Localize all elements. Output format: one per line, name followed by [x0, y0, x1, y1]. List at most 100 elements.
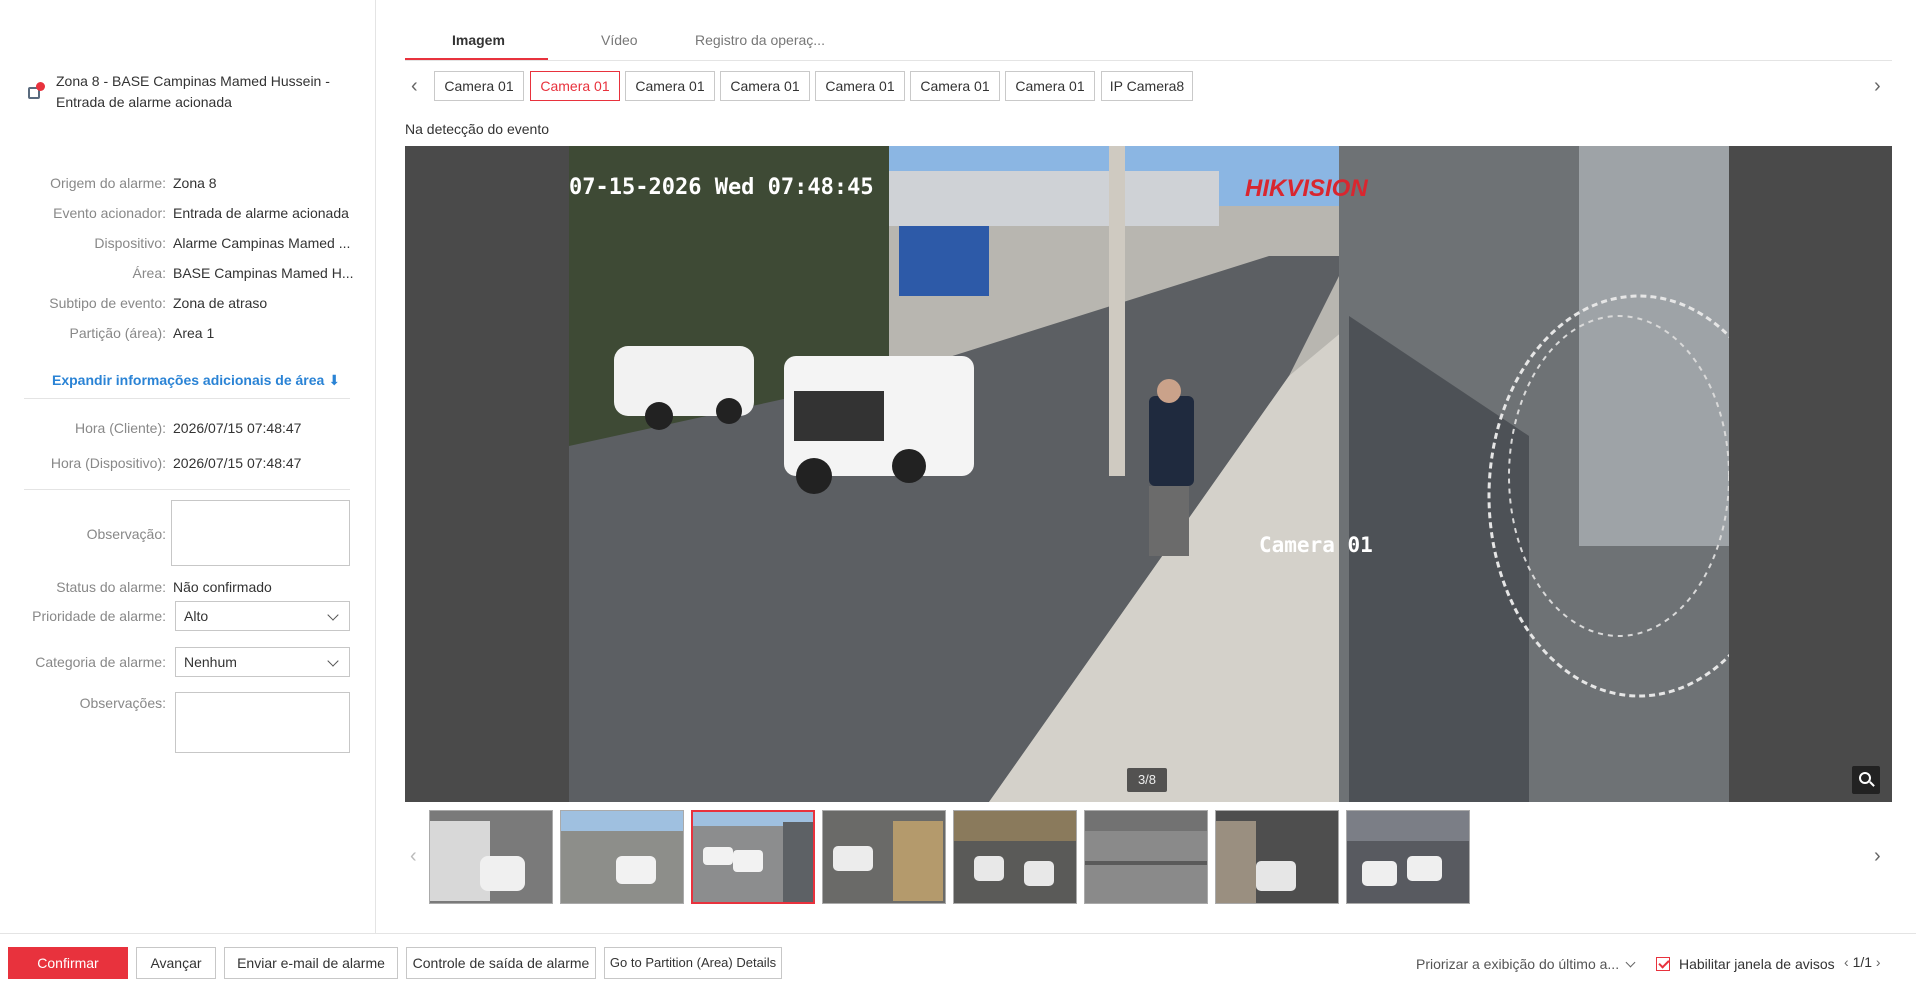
notes-label: Observações:: [79, 695, 166, 711]
camera-chip-3[interactable]: Camera 01: [625, 71, 715, 101]
detail-value: Alarme Campinas Mamed ...: [173, 235, 351, 251]
send-alarm-email-button[interactable]: Enviar e-mail de alarme: [224, 947, 398, 979]
image-counter: 3/8: [1127, 768, 1167, 792]
thumbnail-image: [823, 811, 945, 903]
divider: [24, 398, 350, 399]
pager-value: 1/1: [1852, 954, 1873, 970]
observation-label: Observação:: [86, 526, 166, 542]
osd-camera-name: Camera 01: [1259, 533, 1373, 557]
tab-image[interactable]: Imagem: [452, 32, 505, 48]
thumbnail-image: [430, 811, 552, 903]
double-chevron-down-icon: ⬇: [328, 372, 341, 388]
priority-select[interactable]: Alto: [175, 601, 350, 631]
alarm-output-control-button[interactable]: Controle de saída de alarme: [406, 947, 596, 979]
image-caption: Na detecção do evento: [405, 121, 549, 137]
category-select[interactable]: Nenhum: [175, 647, 350, 677]
detail-label: Dispositivo:: [94, 235, 166, 251]
thumbnail-6[interactable]: [1084, 810, 1208, 904]
camera-list-next-arrow-icon[interactable]: ›: [1874, 76, 1881, 96]
advance-button[interactable]: Avançar: [136, 947, 216, 979]
status-label: Status do alarme:: [56, 579, 166, 595]
detail-value: Entrada de alarme acionada: [173, 205, 349, 221]
pager-prev-arrow-icon[interactable]: ‹: [1844, 954, 1849, 970]
detail-time-device: Hora (Dispositivo): 2026/07/15 07:48:47: [0, 452, 376, 474]
camera-chip-2[interactable]: Camera 01: [530, 71, 620, 101]
detail-label: Evento acionador:: [53, 205, 166, 221]
enable-popup-checkbox[interactable]: [1656, 957, 1670, 971]
thumbnail-prev-arrow-icon[interactable]: ‹: [410, 846, 417, 866]
thumbnail-7[interactable]: [1215, 810, 1339, 904]
chevron-down-icon: [327, 655, 339, 667]
priority-selected-value: Alto: [184, 608, 209, 624]
thumbnail-3[interactable]: [691, 810, 815, 904]
detail-alarm-source: Origem do alarme: Zona 8: [0, 172, 376, 194]
status-value: Não confirmado: [173, 579, 272, 595]
image-viewer[interactable]: 07-15-2026 Wed 07:48:45 HIKVISION Camera…: [405, 146, 1892, 802]
thumbnail-image: [954, 811, 1076, 903]
zoom-in-icon[interactable]: [1852, 766, 1880, 794]
priority-label: Prioridade de alarme:: [32, 608, 166, 624]
osd-timestamp: 07-15-2026 Wed 07:48:45: [569, 175, 874, 200]
camera-list-prev-arrow-icon[interactable]: ‹: [411, 76, 418, 96]
observation-textarea[interactable]: [171, 500, 350, 566]
alarm-title: Zona 8 - BASE Campinas Mamed Hussein - E…: [56, 73, 330, 110]
camera-chip-4[interactable]: Camera 01: [720, 71, 810, 101]
thumbnail-2[interactable]: [560, 810, 684, 904]
camera-chip-7[interactable]: Camera 01: [1005, 71, 1095, 101]
expand-area-info-link[interactable]: Expandir informações adicionais de área ⬇: [52, 372, 340, 389]
prioritize-display-label: Priorizar a exibição do último a...: [1416, 956, 1620, 972]
thumbnail-image: [1347, 811, 1469, 903]
thumbnail-8[interactable]: [1346, 810, 1470, 904]
camera-snapshot: 07-15-2026 Wed 07:48:45 HIKVISION Camera…: [569, 146, 1729, 802]
detail-partition: Partição (área): Area 1: [0, 322, 376, 344]
category-selected-value: Nenhum: [184, 654, 237, 670]
thumbnail-1[interactable]: [429, 810, 553, 904]
chevron-down-icon: [327, 609, 339, 621]
detail-value: Zona de atraso: [173, 295, 268, 311]
thumbnail-image: [693, 812, 813, 902]
camera-chip-5[interactable]: Camera 01: [815, 71, 905, 101]
thumbnail-image: [1216, 811, 1338, 903]
detail-label: Origem do alarme:: [50, 175, 166, 191]
detail-value: BASE Campinas Mamed H...: [173, 265, 354, 281]
thumbnail-image: [561, 811, 683, 903]
detail-device: Dispositivo: Alarme Campinas Mamed ...: [0, 232, 376, 254]
camera-chip-1[interactable]: Camera 01: [434, 71, 524, 101]
alarm-header: Zona 8 - BASE Campinas Mamed Hussein - E…: [26, 71, 356, 113]
detail-label: Partição (área):: [69, 325, 166, 341]
active-tab-indicator: [405, 58, 548, 60]
alarm-zone-icon: [26, 81, 48, 103]
alarm-details-panel: Zona 8 - BASE Campinas Mamed Hussein - E…: [0, 0, 376, 933]
thumbnail-next-arrow-icon[interactable]: ›: [1874, 846, 1881, 866]
camera-chip-6[interactable]: Camera 01: [910, 71, 1000, 101]
detail-time-client: Hora (Cliente): 2026/07/15 07:48:47: [0, 417, 376, 439]
tab-operation-log[interactable]: Registro da operaç...: [695, 32, 825, 48]
notes-textarea[interactable]: [175, 692, 350, 753]
detail-label: Hora (Dispositivo):: [50, 455, 166, 471]
pager: ‹ 1/1 ›: [1844, 954, 1881, 970]
chevron-down-icon: [1625, 957, 1636, 968]
thumbnail-4[interactable]: [822, 810, 946, 904]
confirm-button[interactable]: Confirmar: [8, 947, 128, 979]
osd-brand-logo: HIKVISION: [1245, 175, 1368, 202]
detail-area: Área: BASE Campinas Mamed H...: [0, 262, 376, 284]
go-to-partition-details-button[interactable]: Go to Partition (Area) Details: [604, 947, 782, 979]
detail-label: Hora (Cliente):: [74, 420, 166, 436]
detail-event-subtype: Subtipo de evento: Zona de atraso: [0, 292, 376, 314]
thumbnail-image: [1085, 811, 1207, 903]
expand-area-info-label: Expandir informações adicionais de área: [52, 372, 325, 388]
detail-value: Area 1: [173, 325, 215, 341]
alarm-status-row: Status do alarme: Não confirmado: [0, 576, 376, 598]
bottom-action-bar: Confirmar Avançar Enviar e-mail de alarm…: [0, 933, 1916, 990]
detail-value: 2026/07/15 07:48:47: [173, 455, 302, 471]
detail-label: Área:: [132, 265, 166, 281]
divider: [24, 489, 350, 490]
category-label: Categoria de alarme:: [35, 654, 166, 670]
thumbnail-5[interactable]: [953, 810, 1077, 904]
prioritize-display-dropdown[interactable]: Priorizar a exibição do último a...: [1416, 956, 1636, 972]
pager-next-arrow-icon[interactable]: ›: [1876, 954, 1881, 970]
tab-video[interactable]: Vídeo: [601, 32, 638, 48]
tabs-divider: [405, 60, 1892, 61]
enable-popup-label: Habilitar janela de avisos: [1679, 956, 1835, 972]
camera-chip-8[interactable]: IP Camera8: [1101, 71, 1193, 101]
